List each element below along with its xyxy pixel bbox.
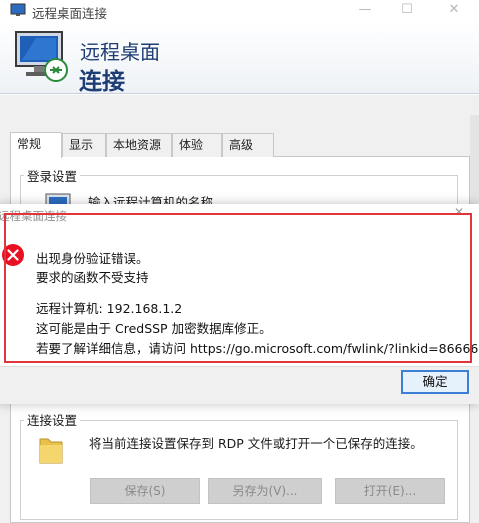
app-icon bbox=[10, 3, 26, 16]
dialog-close-button[interactable]: ✕ bbox=[454, 205, 464, 219]
tab-display[interactable]: 显示 bbox=[62, 133, 106, 157]
open-button[interactable]: 打开(E)... bbox=[335, 478, 445, 504]
error-message-line: 出现身份验证错误。 bbox=[36, 251, 149, 266]
remote-desktop-monitor-icon bbox=[15, 31, 68, 82]
title-bar: 远程桌面连接 — ☐ ✕ bbox=[0, 0, 479, 22]
connection-settings-legend: 连接设置 bbox=[24, 410, 81, 429]
error-message-line: 这可能是由于 CredSSP 加密数据库修正。 bbox=[36, 321, 272, 336]
error-x-circle-icon bbox=[2, 244, 24, 266]
tab-general[interactable]: 常规 bbox=[10, 132, 62, 158]
header-banner: 远程桌面 连接 bbox=[0, 22, 479, 95]
minimize-button[interactable]: — bbox=[347, 0, 383, 22]
maximize-button[interactable]: ☐ bbox=[389, 0, 425, 22]
error-message-line: 远程计算机: 192.168.1.2 bbox=[36, 301, 183, 316]
tab-local-resources[interactable]: 本地资源 bbox=[106, 133, 172, 157]
error-message-line: 若要了解详细信息，请访问 https://go.microsoft.com/fw… bbox=[36, 341, 479, 356]
remote-desktop-window: 远程桌面连接 — ☐ ✕ 远程桌面 连接 常规 显示 本地资源 体验 高级 登录… bbox=[0, 0, 479, 523]
folder-icon bbox=[39, 438, 63, 464]
dialog-title: 远程桌面连接 bbox=[0, 209, 67, 223]
save-as-button[interactable]: 另存为(V)... bbox=[208, 478, 322, 504]
tab-advanced[interactable]: 高级 bbox=[222, 133, 274, 157]
tab-label: 高级 bbox=[229, 138, 254, 152]
save-button[interactable]: 保存(S) bbox=[90, 478, 200, 504]
tab-label: 体验 bbox=[179, 138, 204, 152]
close-button[interactable]: ✕ bbox=[436, 0, 472, 22]
dialog-title-bar: 远程桌面连接 ✕ bbox=[0, 204, 479, 226]
window-title: 远程桌面连接 bbox=[32, 6, 108, 21]
tab-experience[interactable]: 体验 bbox=[172, 133, 222, 157]
dialog-content: 出现身份验证错误。 要求的函数不受支持 远程计算机: 192.168.1.2 这… bbox=[0, 226, 479, 366]
scroll-edge bbox=[470, 115, 479, 215]
tab-label: 常规 bbox=[17, 137, 42, 151]
ok-button[interactable]: 确定 bbox=[401, 370, 469, 394]
tab-label: 显示 bbox=[69, 138, 94, 152]
banner-title-line2: 连接 bbox=[79, 69, 125, 95]
connection-settings-description: 将当前连接设置保存到 RDP 文件或打开一个已保存的连接。 bbox=[89, 436, 423, 451]
banner-title-line1: 远程桌面 bbox=[80, 40, 160, 64]
error-message-line: 要求的函数不受支持 bbox=[36, 270, 149, 285]
login-settings-legend: 登录设置 bbox=[24, 166, 81, 185]
tab-label: 本地资源 bbox=[113, 138, 162, 152]
